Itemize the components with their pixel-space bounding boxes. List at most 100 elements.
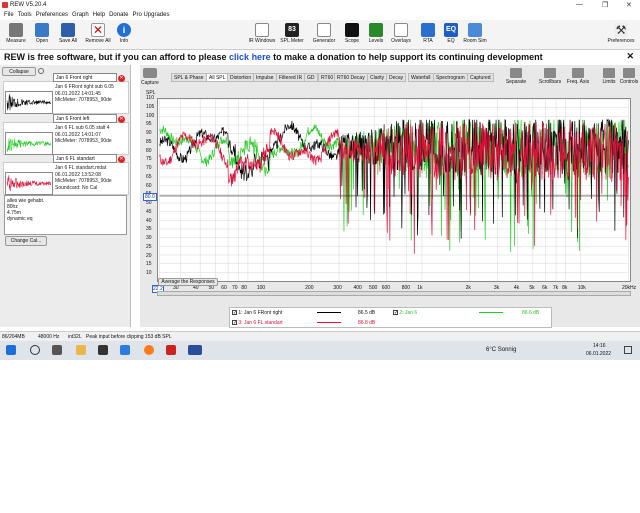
spl-meter-button[interactable]: 83 SPL Meter — [278, 22, 306, 44]
weather-status[interactable]: 6°C Sonnig — [486, 347, 516, 353]
windows-start-icon[interactable] — [6, 345, 16, 355]
clock-time[interactable]: 14:16 — [593, 343, 606, 349]
horizontal-scrollbar[interactable] — [157, 291, 631, 296]
tab-rt60-decay[interactable]: RT60 Decay — [334, 73, 368, 82]
measurement-name-field[interactable]: Jan 6 FL standart — [53, 154, 117, 163]
clock-date[interactable]: 06.01.2022 — [586, 351, 611, 357]
freq-axis-icon — [572, 68, 584, 78]
mail-icon[interactable] — [120, 345, 130, 355]
file-explorer-icon[interactable] — [76, 345, 86, 355]
freq-axis-button[interactable]: Freq. Axis — [566, 68, 590, 85]
capture-icon[interactable] — [143, 68, 157, 78]
clipping-status: Peak input before clipping 153 dB SPL — [86, 334, 172, 340]
menu-pro-upgrades[interactable]: Pro Upgrades — [132, 11, 169, 20]
notification-icon[interactable] — [624, 346, 632, 354]
separate-icon — [510, 68, 522, 78]
open-button[interactable]: Open — [28, 22, 56, 44]
room-sim-button[interactable]: Room Sim — [461, 22, 489, 44]
change-cal-button[interactable]: Change Cal... — [5, 236, 47, 246]
scrollbars-button[interactable]: Scrollbars — [538, 68, 562, 85]
checkbox-checked-icon[interactable]: ✓ — [232, 320, 237, 326]
y-tick-label: 70 — [146, 165, 152, 172]
rta-icon — [421, 23, 435, 37]
collapse-button[interactable]: Collapse — [2, 67, 36, 76]
maximize-icon[interactable]: ❐ — [602, 1, 608, 9]
measurement-notes[interactable]: alles wie gehabt. 80hz 4.75m dynamic eq — [4, 195, 127, 235]
measurement-thumbnail — [5, 132, 53, 155]
tab-captured[interactable]: Captured — [467, 73, 494, 82]
tab-spectrogram[interactable]: Spectrogram — [433, 73, 468, 82]
checkbox-checked-icon[interactable]: ✓ — [232, 310, 237, 316]
memory-status: 86/204MB — [2, 334, 25, 340]
tab-filtered-ir[interactable]: Filtered IR — [276, 73, 306, 82]
delete-icon[interactable]: ✕ — [118, 75, 125, 82]
controls-button[interactable]: Controls — [617, 68, 640, 85]
overlays-button[interactable]: Overlays — [387, 22, 415, 44]
menu-donate[interactable]: Donate — [109, 11, 128, 20]
delete-icon[interactable]: ✕ — [118, 116, 125, 123]
legend-value-2: 86.6 dB — [522, 310, 540, 316]
rew-running-icon[interactable] — [188, 345, 202, 355]
task-view-icon[interactable] — [52, 345, 62, 355]
ir-windows-button[interactable]: IR Windows — [248, 22, 276, 44]
measurement-name-field[interactable]: Jan 6 Front right — [53, 73, 117, 82]
sample-rate: 48000 Hz — [38, 334, 60, 340]
menu-help[interactable]: Help — [93, 11, 105, 20]
folder-icon — [35, 23, 49, 37]
average-responses-button[interactable]: Average the Responses — [158, 278, 218, 286]
tab-impulse[interactable]: Impulse — [253, 73, 277, 82]
y-tick-label: 50 — [146, 200, 152, 207]
levels-button[interactable]: Levels — [362, 22, 390, 44]
minimize-icon[interactable]: — — [576, 1, 583, 8]
y-tick-label: 40 — [146, 217, 152, 224]
tab-distortion[interactable]: Distortion — [227, 73, 255, 82]
close-icon[interactable]: ✕ — [626, 1, 632, 9]
tab-spl-phase[interactable]: SPL & Phase — [171, 73, 207, 82]
remove-all-button[interactable]: ✕ Remove All — [84, 22, 112, 44]
generator-button[interactable]: Generator — [310, 22, 338, 44]
legend-entry-3[interactable]: ✓ 3: Jan 6 FL standart — [232, 320, 283, 326]
banner-text-pre: REW is free software, but if you can aff… — [4, 52, 230, 62]
legend-entry-2[interactable]: ✓ 2: Jan 6 — [393, 310, 417, 316]
menu-preferences[interactable]: Preferences — [36, 11, 68, 20]
collapse-option-icon[interactable] — [38, 68, 44, 74]
tab-decay[interactable]: Decay — [386, 73, 407, 82]
y-tick-label: 80 — [146, 147, 152, 154]
room-sim-icon — [468, 23, 482, 37]
delete-icon[interactable]: ✕ — [118, 156, 125, 163]
donate-link[interactable]: click here — [229, 52, 271, 62]
measurement-row-3[interactable]: Jan 6 FL standart ✕ Jan 6 FL standart.md… — [3, 154, 129, 195]
measure-button[interactable]: Measure — [2, 22, 30, 44]
measurement-row-1[interactable]: Jan 6 Front right ✕ Jan 6 FRont right su… — [3, 73, 129, 114]
firefox-icon[interactable] — [144, 345, 154, 355]
rew-pinned-icon[interactable] — [166, 345, 176, 355]
tab-clarity[interactable]: Clarity — [367, 73, 388, 82]
menu-bar: File Tools Preferences Graph Help Donate Pro U… — [0, 11, 640, 20]
legend-entry-1[interactable]: ✓ 1: Jan 6 FRont right — [232, 310, 282, 316]
close-banner-icon[interactable]: ✕ — [626, 51, 634, 62]
spl-plot[interactable] — [157, 98, 631, 282]
checkbox-checked-icon[interactable]: ✓ — [393, 310, 398, 316]
separate-button[interactable]: Separate — [504, 68, 528, 85]
legend-value-1: 86.5 dB — [358, 310, 376, 316]
y-axis-unit: SPL — [146, 90, 156, 96]
tab-gd[interactable]: GD — [304, 73, 318, 82]
y-tick-label: 95 — [146, 121, 152, 128]
menu-graph[interactable]: Graph — [72, 11, 89, 20]
microphone-icon — [9, 23, 23, 37]
y-tick-label: 100 — [146, 112, 155, 119]
info-button[interactable]: i Info — [110, 22, 138, 44]
tab-all-spl[interactable]: All SPL — [206, 73, 229, 82]
measurements-panel: Collapse Jan 6 Front right ✕ Jan 6 FRont… — [0, 65, 131, 327]
calendar-app-icon[interactable] — [98, 345, 108, 355]
measurement-row-2[interactable]: Jan 6 Front left ✕ Jan 6 FL sub 6.05 sta… — [3, 114, 129, 155]
tab-waterfall[interactable]: Waterfall — [408, 73, 434, 82]
y-marker[interactable]: 80.0 — [143, 193, 157, 201]
menu-tools[interactable]: Tools — [18, 11, 32, 20]
preferences-button[interactable]: ⚒ Preferences — [604, 22, 638, 44]
measurement-name-field[interactable]: Jan 6 Front left — [53, 114, 117, 123]
save-all-button[interactable]: Save All — [54, 22, 82, 44]
banner-text-post: to make a donation to help support its c… — [270, 52, 543, 62]
menu-file[interactable]: File — [4, 11, 14, 20]
search-icon[interactable] — [30, 345, 40, 355]
